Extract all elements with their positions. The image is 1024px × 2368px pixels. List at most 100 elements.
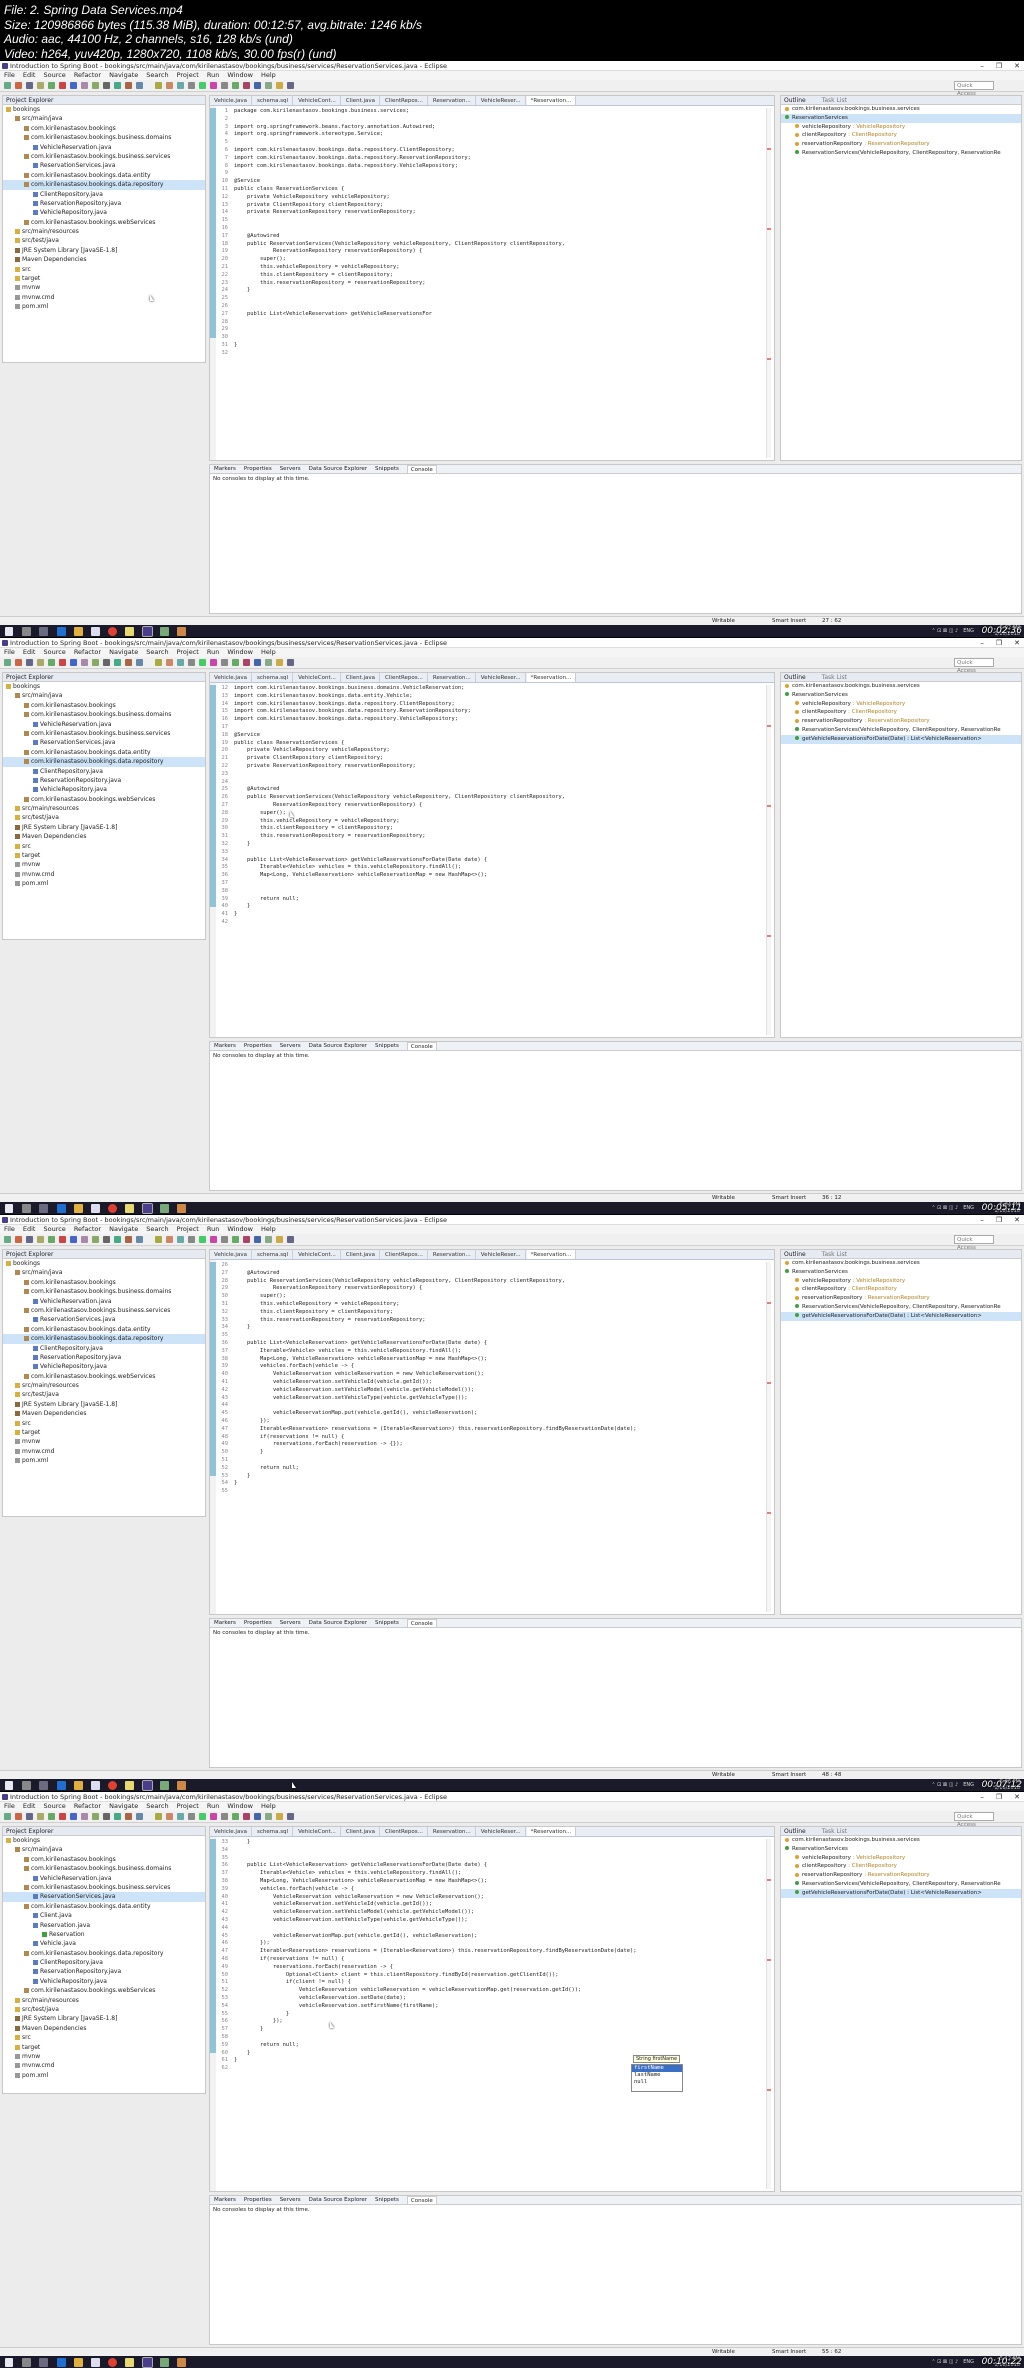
toolbar-button-icon[interactable] [37,1813,44,1820]
outline-tab[interactable]: Outline [784,674,806,681]
menu-file[interactable]: File [4,1225,15,1234]
tree-item[interactable]: src [3,842,205,851]
tree-item[interactable]: com.kirilenastasov.bookings.data.entity [3,1325,205,1334]
menu-help[interactable]: Help [261,1802,276,1811]
menu-refactor[interactable]: Refactor [74,1802,101,1811]
outline-item[interactable]: vehicleRepository : VehicleRepository [781,1854,1021,1863]
toolbar-button-icon[interactable] [114,1236,121,1243]
tree-item[interactable]: src/main/resources [3,1996,205,2005]
menu-edit[interactable]: Edit [23,1225,36,1234]
menu-refactor[interactable]: Refactor [74,71,101,80]
tree-item[interactable]: com.kirilenastasov.bookings.data.entity [3,171,205,180]
toolbar-button-icon[interactable] [26,82,33,89]
toolbar-button-icon[interactable] [103,82,110,89]
toolbar-button-icon[interactable] [221,1236,228,1243]
language-indicator[interactable]: ENG [963,1202,974,1214]
menu-project[interactable]: Project [177,71,199,80]
editor-tab[interactable]: Client.java [342,96,381,105]
toolbar-button-icon[interactable] [92,659,99,666]
editor-tab[interactable]: Reservation... [429,673,476,682]
tree-item[interactable]: com.kirilenastasov.bookings.webServices [3,1986,205,1995]
tree-item[interactable]: VehicleRepository.java [3,1362,205,1371]
tray-icons[interactable]: ⌃ ⊡ ⊠ ◫ ♪ [931,625,958,637]
language-indicator[interactable]: ENG [963,2356,974,2368]
task-view-icon[interactable] [39,2358,48,2367]
tree-item[interactable]: com.kirilenastasov.bookings.data.reposit… [3,1334,205,1344]
editor-tab[interactable]: *Reservation... [526,673,577,682]
tree-item[interactable]: Maven Dependencies [3,255,205,264]
notes-icon[interactable] [125,1781,134,1790]
console-tab-servers[interactable]: Servers [280,1042,301,1050]
tree-item[interactable]: ReservationServices.java [3,161,205,170]
toolbar-button-icon[interactable] [232,1813,239,1820]
console-tab-servers[interactable]: Servers [280,1619,301,1627]
maximize-button[interactable]: ❐ [996,61,1002,70]
editor-tab[interactable]: Reservation... [429,96,476,105]
console-tab-console[interactable]: Console [406,2196,437,2204]
project-explorer-header[interactable]: Project Explorer [3,1827,205,1836]
edge-icon[interactable] [57,1204,66,1213]
toolbar-button-icon[interactable] [276,1813,283,1820]
file-explorer-icon[interactable] [74,1781,83,1790]
tree-item[interactable]: com.kirilenastasov.bookings.business.ser… [3,1883,205,1892]
editor-tab[interactable]: schema.sql [253,1250,294,1259]
outline-item[interactable]: vehicleRepository : VehicleRepository [781,1277,1021,1286]
menu-window[interactable]: Window [227,1802,253,1811]
editor-tab[interactable]: ClientRepos... [381,1250,428,1259]
app-icon[interactable] [160,2358,169,2367]
editor-tab[interactable]: Vehicle.java [210,96,252,105]
toolbar-button-icon[interactable] [155,1236,162,1243]
close-button[interactable]: ✕ [1014,638,1020,647]
tree-item[interactable]: com.kirilenastasov.bookings [3,701,205,710]
tray-icons[interactable]: ⌃ ⊡ ⊠ ◫ ♪ [931,1202,958,1214]
outline-item[interactable]: getVehicleReservationsForDate(Date) : Li… [781,734,1021,744]
task-list-tab[interactable]: Task List [822,1828,847,1835]
app-icon[interactable] [177,627,186,636]
toolbar-button-icon[interactable] [92,1236,99,1243]
toolbar-button-icon[interactable] [59,82,66,89]
outline-item[interactable]: clientRepository : ClientRepository [781,1285,1021,1294]
toolbar-button-icon[interactable] [199,659,206,666]
tray-icons[interactable]: ⌃ ⊡ ⊠ ◫ ♪ [931,1779,958,1791]
toolbar-button-icon[interactable] [243,1236,250,1243]
tree-item[interactable]: src/main/java [3,691,205,700]
toolbar-button-icon[interactable] [177,1236,184,1243]
toolbar-button-icon[interactable] [4,659,11,666]
tree-item[interactable]: bookings [3,1836,205,1845]
search-icon[interactable] [22,627,31,636]
editor-tab[interactable]: Reservation... [429,1827,476,1836]
tree-item[interactable]: src [3,1419,205,1428]
toolbar-button-icon[interactable] [188,82,195,89]
tree-item[interactable]: VehicleRepository.java [3,1977,205,1986]
toolbar-button-icon[interactable] [265,82,272,89]
console-tab-markers[interactable]: Markers [214,2196,236,2204]
tree-item[interactable]: ReservationServices.java [3,1892,205,1902]
toolbar-button-icon[interactable] [15,1236,22,1243]
toolbar-button-icon[interactable] [210,82,217,89]
tree-item[interactable]: JRE System Library [JavaSE-1.8] [3,823,205,832]
file-explorer-icon[interactable] [74,1204,83,1213]
file-explorer-icon[interactable] [74,627,83,636]
toolbar-button-icon[interactable] [114,659,121,666]
console-tab-properties[interactable]: Properties [244,2196,272,2204]
mail-icon[interactable] [91,1204,100,1213]
minimize-button[interactable]: – [980,1215,984,1224]
toolbar-button-icon[interactable] [276,659,283,666]
toolbar-button-icon[interactable] [254,1236,261,1243]
tree-item[interactable]: ClientRepository.java [3,1958,205,1967]
tree-item[interactable]: com.kirilenastasov.bookings.data.reposit… [3,180,205,190]
toolbar-button-icon[interactable] [265,1813,272,1820]
tree-item[interactable]: com.kirilenastasov.bookings.webServices [3,1372,205,1381]
autocomplete-option[interactable]: firstName [632,2065,682,2072]
toolbar-button-icon[interactable] [254,82,261,89]
menu-search[interactable]: Search [146,1225,168,1234]
toolbar-button-icon[interactable] [114,82,121,89]
console-tab-snippets[interactable]: Snippets [375,1042,399,1050]
console-tab-data-source-explorer[interactable]: Data Source Explorer [309,465,367,473]
toolbar-button-icon[interactable] [26,1813,33,1820]
tree-item[interactable]: com.kirilenastasov.bookings [3,1855,205,1864]
tree-item[interactable]: src/main/resources [3,227,205,236]
menu-search[interactable]: Search [146,71,168,80]
tree-item[interactable]: ReservationRepository.java [3,776,205,785]
toolbar-button-icon[interactable] [125,1813,132,1820]
